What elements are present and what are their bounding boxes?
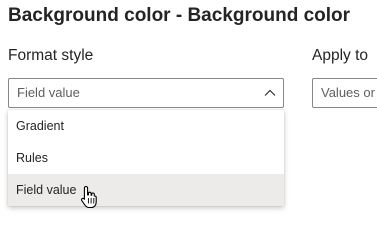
- apply-to-dropdown[interactable]: Values or: [312, 78, 377, 108]
- option-field-value[interactable]: Field value: [8, 174, 284, 206]
- format-style-dropdown[interactable]: Field value: [8, 78, 284, 108]
- format-style-label: Format style: [8, 47, 94, 64]
- apply-to-label: Apply to: [312, 47, 369, 64]
- chevron-up-icon: [264, 89, 276, 96]
- hand-pointer-icon: [80, 185, 97, 209]
- pane-title: Background color - Background color: [8, 5, 351, 26]
- format-style-selected-value: Field value: [17, 85, 80, 100]
- option-rules[interactable]: Rules: [8, 142, 284, 174]
- apply-to-selected-value: Values or: [321, 85, 375, 100]
- format-style-options-list: Gradient Rules Field value: [8, 110, 284, 206]
- option-gradient[interactable]: Gradient: [8, 110, 284, 142]
